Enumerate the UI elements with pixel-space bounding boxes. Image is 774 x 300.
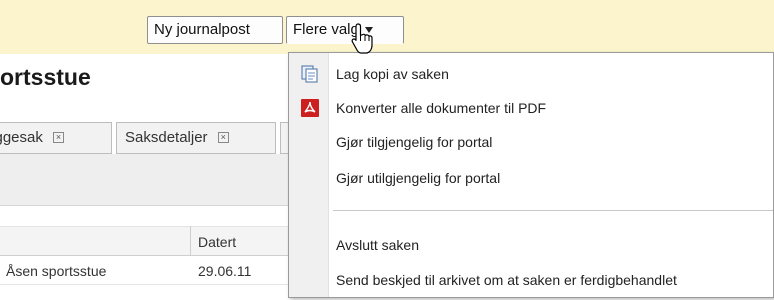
sub-toolbar xyxy=(0,154,300,206)
pdf-icon xyxy=(301,99,319,117)
close-icon[interactable]: × xyxy=(53,131,65,143)
tab-case[interactable]: yggesak × xyxy=(0,122,112,154)
copy-document-icon xyxy=(301,65,319,83)
cell-title: Åsen sportsstue xyxy=(6,263,107,279)
close-icon[interactable]: × xyxy=(217,131,229,143)
tab-case-details[interactable]: Saksdetaljer × xyxy=(116,122,276,154)
cell-dated: 29.06.11 xyxy=(198,263,252,279)
page-title: ortsstue xyxy=(0,64,91,90)
more-options-button[interactable]: Flere valg xyxy=(286,16,404,44)
menu-item-make-unavailable-portal[interactable]: Gjør utilgjengelig for portal xyxy=(290,161,774,195)
column-divider[interactable] xyxy=(190,226,191,256)
more-options-label: Flere valg xyxy=(293,21,359,38)
column-header-dated[interactable]: Datert xyxy=(198,234,236,250)
more-options-menu: Lag kopi av saken Konverter alle dokumen… xyxy=(288,52,774,298)
menu-item-close-case[interactable]: Avslutt saken xyxy=(290,228,774,262)
menu-item-make-available-portal[interactable]: Gjør tilgjengelig for portal xyxy=(290,125,774,159)
new-journal-entry-button[interactable]: Ny journalpost xyxy=(147,16,283,44)
hand-cursor-icon xyxy=(350,22,376,56)
grid-header: Datert xyxy=(0,226,300,256)
menu-item-label: Gjør utilgjengelig for portal xyxy=(336,170,501,186)
top-toolbar: Ny journalpost Flere valg xyxy=(0,0,774,54)
menu-item-convert-pdf[interactable]: Konverter alle dokumenter til PDF xyxy=(290,91,774,125)
tab-case-details-label: Saksdetaljer xyxy=(125,129,208,146)
menu-item-notify-archive[interactable]: Send beskjed til arkivet om at saken er … xyxy=(290,263,774,297)
menu-item-label: Send beskjed til arkivet om at saken er … xyxy=(336,272,677,288)
menu-item-label: Konverter alle dokumenter til PDF xyxy=(336,100,547,116)
new-journal-entry-label: Ny journalpost xyxy=(154,21,250,38)
menu-item-copy-case[interactable]: Lag kopi av saken xyxy=(290,57,774,91)
menu-separator xyxy=(333,210,773,211)
table-row[interactable]: Åsen sportsstue 29.06.11 xyxy=(0,257,300,285)
menu-item-label: Lag kopi av saken xyxy=(336,66,449,82)
tab-case-label: yggesak xyxy=(0,129,43,146)
menu-item-label: Avslutt saken xyxy=(336,237,420,253)
menu-item-label: Gjør tilgjengelig for portal xyxy=(336,134,493,150)
